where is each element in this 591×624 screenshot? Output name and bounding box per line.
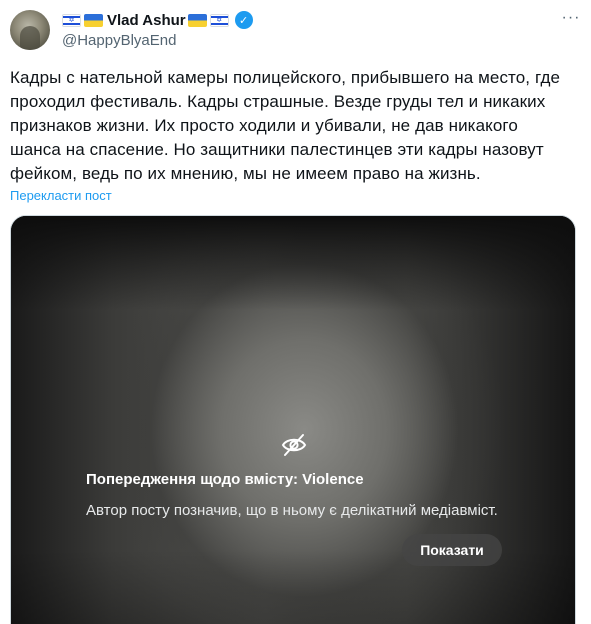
tweet-text-line: Кадры с нательной камеры полицейского, п… [10, 68, 561, 87]
content-warning-title: Попередження щодо вмісту: Violence [86, 471, 364, 488]
ukraine-flag-icon [84, 13, 103, 27]
eye-slash-icon [281, 434, 307, 456]
more-options-icon[interactable]: ··· [561, 10, 581, 30]
ukraine-flag-icon [187, 13, 207, 27]
avatar[interactable] [10, 10, 50, 50]
tweet-text-line: признаков жизни. Их просто ходили и убив… [10, 116, 518, 135]
author-name-line[interactable]: ✡ Vlad Ashur ✡ ✓ [62, 10, 253, 30]
verified-badge-icon[interactable]: ✓ [234, 11, 253, 29]
israel-flag-icon: ✡ [209, 13, 229, 27]
tweet-text: Кадры с нательной камеры полицейского, п… [10, 66, 570, 186]
tweet-text-line: фейком, ведь по их мнению, мы не имеем п… [10, 164, 481, 183]
israel-flag-icon: ✡ [62, 13, 81, 27]
sensitive-media-container[interactable]: Попередження щодо вмісту: Violence Автор… [10, 215, 576, 624]
content-warning-description: Автор посту позначив, що в ньому є делік… [86, 502, 498, 519]
tweet-header: ✡ Vlad Ashur ✡ ✓ @HappyBlyaEnd ··· [10, 10, 581, 54]
tweet-text-line: шанса на спасение. Но защитники палестин… [10, 140, 544, 159]
translate-post-link[interactable]: Перекласти пост [10, 188, 112, 203]
show-media-button[interactable]: Показати [402, 534, 502, 566]
tweet-text-line: проходил фестиваль. Кадры страшные. Везд… [10, 92, 546, 111]
author-display-name[interactable]: Vlad Ashur [107, 12, 186, 29]
author-handle[interactable]: @HappyBlyaEnd [62, 32, 176, 49]
